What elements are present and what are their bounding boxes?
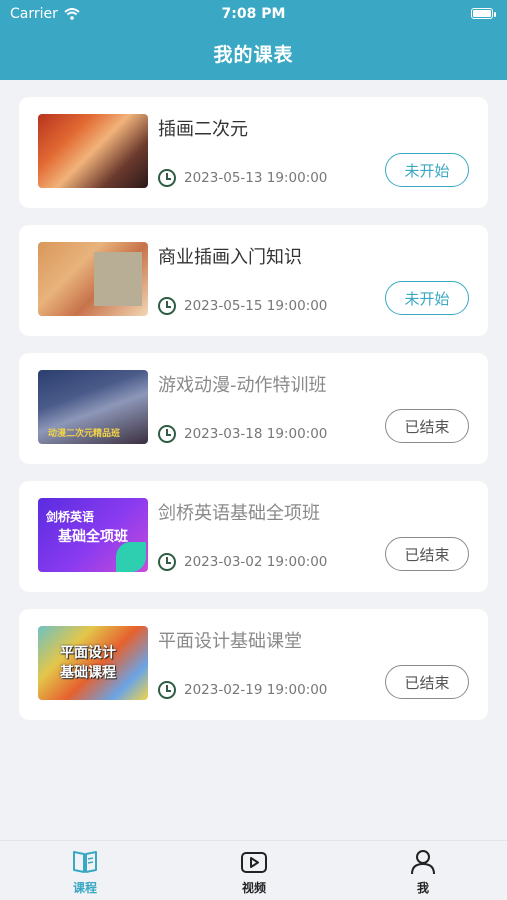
course-time: 2023-05-15 19:00:00 <box>158 297 327 315</box>
clock-icon <box>158 553 176 571</box>
clock-icon <box>158 425 176 443</box>
clock-icon <box>158 681 176 699</box>
tab-label: 视频 <box>241 881 266 895</box>
course-title: 平面设计基础课堂 <box>158 631 302 652</box>
course-title: 游戏动漫-动作特训班 <box>158 375 327 396</box>
tab-me[interactable]: 我 <box>383 849 463 896</box>
thumbnail-caption: 平面设计 <box>60 645 116 661</box>
battery-icon <box>471 8 496 19</box>
status-time: 7:08 PM <box>221 6 286 22</box>
status-bar: Carrier 7:08 PM <box>0 0 507 28</box>
top-header: Carrier 7:08 PM 我的课表 <box>0 0 507 80</box>
course-datetime: 2023-02-19 19:00:00 <box>184 682 328 698</box>
tab-label: 我 <box>416 881 429 895</box>
course-time: 2023-05-13 19:00:00 <box>158 169 327 187</box>
course-thumbnail: 平面设计 基础课程 <box>38 626 148 700</box>
status-button[interactable]: 已结束 <box>385 665 469 699</box>
user-icon <box>411 850 435 875</box>
book-icon <box>73 851 97 873</box>
course-list: 插画二次元 2023-05-13 19:00:00 未开始 商业插画入门知识 2… <box>19 97 488 737</box>
course-time: 2023-03-02 19:00:00 <box>158 553 327 571</box>
bottom-tab-bar: 课程 视频 我 <box>0 840 507 900</box>
status-button[interactable]: 已结束 <box>385 409 469 443</box>
status-button[interactable]: 未开始 <box>385 281 469 315</box>
video-play-icon <box>241 852 267 873</box>
clock-icon <box>158 297 176 315</box>
course-thumbnail <box>38 114 148 188</box>
course-datetime: 2023-05-13 19:00:00 <box>184 170 328 186</box>
thumbnail-caption: 动漫二次元精品班 <box>48 429 121 439</box>
course-title: 商业插画入门知识 <box>158 247 302 268</box>
tab-videos[interactable]: 视频 <box>214 849 294 896</box>
course-card[interactable]: 剑桥英语 基础全项班 剑桥英语基础全项班 2023-03-02 19:00:00… <box>19 481 488 592</box>
course-datetime: 2023-03-02 19:00:00 <box>184 554 328 570</box>
thumbnail-caption: 基础课程 <box>60 665 116 681</box>
thumbnail-caption: 剑桥英语 <box>46 510 95 524</box>
course-datetime: 2023-03-18 19:00:00 <box>184 426 328 442</box>
course-thumbnail <box>38 242 148 316</box>
course-time: 2023-02-19 19:00:00 <box>158 681 327 699</box>
course-title: 剑桥英语基础全项班 <box>158 503 320 524</box>
course-card[interactable]: 插画二次元 2023-05-13 19:00:00 未开始 <box>19 97 488 208</box>
tab-label: 课程 <box>72 881 97 895</box>
course-card[interactable]: 动漫二次元精品班 游戏动漫-动作特训班 2023-03-18 19:00:00 … <box>19 353 488 464</box>
status-button[interactable]: 已结束 <box>385 537 469 571</box>
course-title: 插画二次元 <box>158 119 248 140</box>
clock-icon <box>158 169 176 187</box>
course-datetime: 2023-05-15 19:00:00 <box>184 298 328 314</box>
thumbnail-caption: 基础全项班 <box>58 529 128 545</box>
course-time: 2023-03-18 19:00:00 <box>158 425 327 443</box>
tab-courses[interactable]: 课程 <box>45 849 125 896</box>
course-thumbnail: 剑桥英语 基础全项班 <box>38 498 148 572</box>
course-card[interactable]: 商业插画入门知识 2023-05-15 19:00:00 未开始 <box>19 225 488 336</box>
status-button[interactable]: 未开始 <box>385 153 469 187</box>
page-title: 我的课表 <box>213 44 294 66</box>
course-thumbnail: 动漫二次元精品班 <box>38 370 148 444</box>
course-card[interactable]: 平面设计 基础课程 平面设计基础课堂 2023-02-19 19:00:00 已… <box>19 609 488 720</box>
